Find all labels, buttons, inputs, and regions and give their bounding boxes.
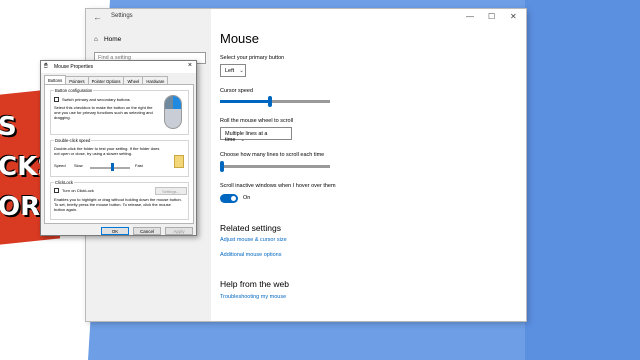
wheel-value: Multiple lines at a time [225, 131, 268, 143]
chevron-down-icon: ⌄ [239, 68, 244, 74]
cancel-button[interactable]: Cancel [133, 227, 161, 235]
group-caption: ClickLock [54, 180, 74, 185]
button-config-description: Select this checkbox to make the button … [54, 105, 153, 120]
group-caption: Button configuration [54, 88, 94, 93]
fast-label: Fast [135, 163, 143, 168]
cursor-speed-slider[interactable] [220, 96, 330, 107]
button-configuration-group: Button configuration Switch primary and … [50, 88, 189, 135]
inactive-scroll-toggle[interactable] [220, 194, 238, 203]
inactive-scroll-label: Scroll inactive windows when I hover ove… [220, 183, 336, 189]
related-settings-heading: Related settings [220, 223, 281, 233]
speed-label: Speed [54, 163, 66, 168]
settings-content: Mouse Select your primary button Left ⌄ C… [220, 9, 520, 321]
primary-button-value: Left [225, 68, 235, 74]
background-text-line: S [0, 112, 17, 142]
troubleshooting-link[interactable]: Troubleshooting my mouse [220, 294, 286, 300]
inactive-scroll-state: On [243, 195, 251, 201]
double-click-description: Double-click the folder to test your set… [54, 146, 160, 156]
primary-button-label: Select your primary button [220, 55, 285, 61]
lines-slider[interactable] [220, 161, 330, 172]
tab-pointer-options[interactable]: Pointer Options [87, 76, 125, 84]
tab-wheel[interactable]: Wheel [123, 76, 144, 84]
nav-home-label: Home [103, 36, 122, 43]
help-heading: Help from the web [220, 279, 289, 289]
apply-button[interactable]: Apply [165, 227, 193, 235]
tab-hardware[interactable]: Hardware [142, 76, 169, 84]
mouse-image [164, 95, 182, 129]
mouse-right-button [173, 96, 181, 109]
switch-buttons-label: Switch primary and secondary buttons [62, 97, 130, 102]
wheel-label: Roll the mouse wheel to scroll [220, 118, 294, 124]
adjust-cursor-size-link[interactable]: Adjust mouse & cursor size [220, 237, 287, 243]
tab-buttons[interactable]: Buttons [44, 75, 67, 84]
group-caption: Double-click speed [54, 138, 92, 143]
clicklock-settings-button[interactable]: Settings... [155, 187, 187, 195]
additional-mouse-options-link[interactable]: Additional mouse options [220, 252, 281, 258]
cursor-speed-fill [220, 100, 270, 103]
double-click-group: Double-click speed Double-click the fold… [50, 138, 189, 177]
dialog-title: Mouse Properties [54, 64, 94, 70]
wheel-dropdown[interactable]: Multiple lines at a time ⌄ [220, 127, 292, 143]
clicklock-description: Enables you to highlight or drag without… [54, 197, 182, 212]
primary-button-dropdown[interactable]: Left ⌄ [220, 64, 246, 77]
clicklock-group: ClickLock Turn on ClickLock Settings... … [50, 180, 189, 220]
chevron-down-icon: ⌄ [240, 137, 245, 143]
tab-pointers[interactable]: Pointers [65, 76, 89, 84]
window-title: Settings [111, 13, 133, 19]
folder-icon[interactable] [174, 155, 184, 168]
clicklock-label: Turn on ClickLock [62, 188, 94, 193]
ok-button[interactable]: OK [101, 227, 129, 235]
mouse-icon: 🖱 [44, 63, 48, 69]
cursor-speed-thumb[interactable] [267, 96, 272, 107]
dialog-title-bar: 🖱 Mouse Properties × [41, 61, 196, 73]
nav-home[interactable]: ⌂ Home [94, 36, 121, 43]
clicklock-checkbox[interactable] [54, 188, 59, 193]
mouse-left-button [165, 96, 173, 109]
back-arrow-icon[interactable]: ← [93, 12, 102, 22]
cursor-speed-label: Cursor speed [220, 88, 254, 94]
switch-buttons-checkbox[interactable] [54, 97, 59, 102]
lines-label: Choose how many lines to scroll each tim… [220, 152, 325, 158]
page-title: Mouse [220, 31, 260, 46]
home-icon: ⌂ [94, 36, 98, 43]
double-click-speed-thumb[interactable] [110, 163, 114, 171]
lines-thumb[interactable] [220, 161, 225, 172]
dialog-tabs: Buttons Pointers Pointer Options Wheel H… [44, 75, 169, 84]
background-right [525, 0, 640, 360]
mouse-properties-dialog: 🖱 Mouse Properties × Buttons Pointers Po… [40, 60, 197, 236]
buttons-tab-panel: Button configuration Switch primary and … [44, 84, 194, 224]
dialog-close-icon[interactable]: × [188, 62, 192, 69]
slow-label: Slow [74, 163, 83, 168]
